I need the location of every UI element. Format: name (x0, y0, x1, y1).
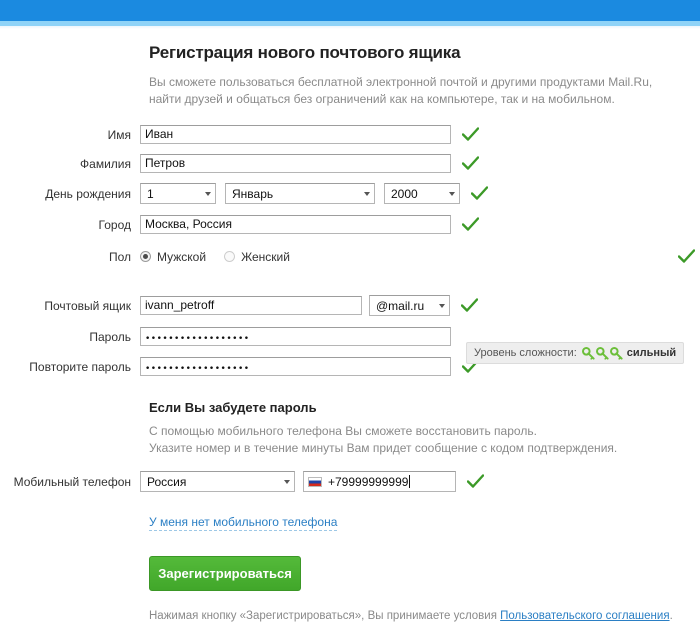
check-icon (462, 127, 484, 142)
page-intro-line-2: найти друзей и общаться без ограничений … (149, 92, 615, 106)
birthday-month-select[interactable]: Январь (225, 183, 375, 204)
forgot-password-text: С помощью мобильного телефона Вы сможете… (149, 423, 700, 457)
chevron-down-icon (284, 479, 290, 484)
page-intro-line-1: Вы сможете пользоваться бесплатной элект… (149, 75, 653, 89)
check-icon (462, 156, 484, 171)
row-last-name: Фамилия (0, 154, 700, 173)
password-strength-keys (581, 346, 624, 360)
check-icon (678, 249, 700, 264)
first-name-label: Имя (107, 127, 131, 142)
key-icon (581, 346, 595, 360)
chevron-down-icon (364, 191, 370, 196)
terms-notice: Нажимая кнопку «Зарегистрироваться», Вы … (149, 610, 700, 622)
row-birthday: День рождения 1 Январь 2000 (0, 183, 700, 204)
phone-country-value: Россия (147, 474, 187, 489)
terms-link[interactable]: Пользовательского соглашения (500, 610, 669, 622)
radio-male-icon[interactable] (140, 251, 151, 262)
register-button[interactable]: Зарегистрироваться (149, 556, 301, 591)
no-mobile-phone-link[interactable]: У меня нет мобильного телефона (149, 515, 338, 531)
forgot-password-title: Если Вы забудете пароль (149, 400, 317, 415)
password-input[interactable]: •••••••••••••••••• (140, 327, 451, 346)
forgot-line-2: Указите номер и в течение минуты Вам при… (149, 441, 618, 455)
birthday-field-wrap: 1 Январь 2000 (140, 183, 700, 204)
chevron-down-icon (449, 191, 455, 196)
key-icon (595, 346, 609, 360)
terms-prefix: Нажимая кнопку «Зарегистрироваться», Вы … (149, 610, 501, 622)
last-name-label: Фамилия (80, 156, 131, 171)
password-strength-verdict: сильный (626, 347, 677, 359)
row-mobile-phone: Мобильный телефон Россия +79999999999 (0, 471, 700, 492)
gender-option-male[interactable]: Мужской (140, 250, 206, 264)
terms-suffix: . (669, 610, 673, 622)
row-city: Город (0, 215, 700, 234)
row-mailbox: Почтовый ящик @mail.ru (0, 295, 700, 316)
birthday-day-value: 1 (147, 186, 154, 201)
key-icon (609, 346, 623, 360)
gender-female-label: Женский (241, 249, 290, 264)
forgot-line-1: С помощью мобильного телефона Вы сможете… (149, 424, 537, 438)
row-first-name: Имя (0, 125, 700, 144)
mailbox-field-wrap: @mail.ru (140, 295, 700, 316)
row-gender: Пол Мужской Женский (0, 247, 700, 266)
check-icon (462, 217, 484, 232)
phone-number-input[interactable]: +79999999999 (303, 471, 456, 492)
gender-label: Пол (108, 249, 131, 264)
password-strength-label: Уровень сложности: (474, 347, 577, 359)
password-strength-tooltip: Уровень сложности: сильный (466, 342, 685, 364)
gender-option-female[interactable]: Женский (224, 250, 290, 264)
birthday-year-value: 2000 (391, 186, 418, 201)
russia-flag-icon (308, 476, 322, 487)
phone-country-select[interactable]: Россия (140, 471, 295, 492)
first-name-field-wrap (140, 125, 700, 144)
city-label: Город (98, 217, 131, 232)
mailbox-domain-select[interactable]: @mail.ru (369, 295, 450, 316)
check-icon (471, 186, 493, 201)
last-name-field-wrap (140, 154, 700, 173)
check-icon (461, 298, 483, 313)
phone-number-value: +79999999999 (328, 474, 409, 489)
registration-page: Регистрация нового почтового ящика Вы см… (0, 29, 700, 622)
birthday-year-select[interactable]: 2000 (384, 183, 460, 204)
password-masked-value: •••••••••••••••••• (145, 334, 250, 344)
page-title: Регистрация нового почтового ящика (149, 43, 461, 62)
first-name-input[interactable] (140, 125, 451, 144)
password-repeat-input[interactable]: •••••••••••••••••• (140, 357, 451, 376)
password-repeat-masked-value: •••••••••••••••••• (145, 364, 250, 374)
radio-female-icon[interactable] (224, 251, 236, 262)
mobile-phone-label: Мобильный телефон (13, 474, 131, 489)
page-intro: Вы сможете пользоваться бесплатной элект… (149, 74, 700, 108)
birthday-label: День рождения (45, 186, 131, 201)
last-name-input[interactable] (140, 154, 451, 173)
text-cursor (409, 475, 411, 488)
birthday-day-select[interactable]: 1 (140, 183, 216, 204)
chevron-down-icon (439, 303, 445, 308)
password-repeat-label: Повторите пароль (29, 359, 131, 374)
mailbox-domain-value: @mail.ru (376, 298, 425, 313)
city-input[interactable] (140, 215, 451, 234)
gender-male-label: Мужской (157, 249, 207, 264)
mobile-phone-field-wrap: Россия +79999999999 (140, 471, 700, 492)
city-field-wrap (140, 215, 700, 234)
gender-radio-group: Мужской Женский (140, 247, 308, 266)
gender-field-wrap: Мужской Женский (140, 247, 700, 266)
top-brand-bar (0, 0, 700, 21)
check-icon (467, 474, 489, 489)
mailbox-label: Почтовый ящик (44, 298, 131, 313)
chevron-down-icon (205, 191, 211, 196)
mailbox-input[interactable] (140, 296, 362, 315)
birthday-month-value: Январь (232, 186, 274, 201)
password-label: Пароль (89, 329, 131, 344)
